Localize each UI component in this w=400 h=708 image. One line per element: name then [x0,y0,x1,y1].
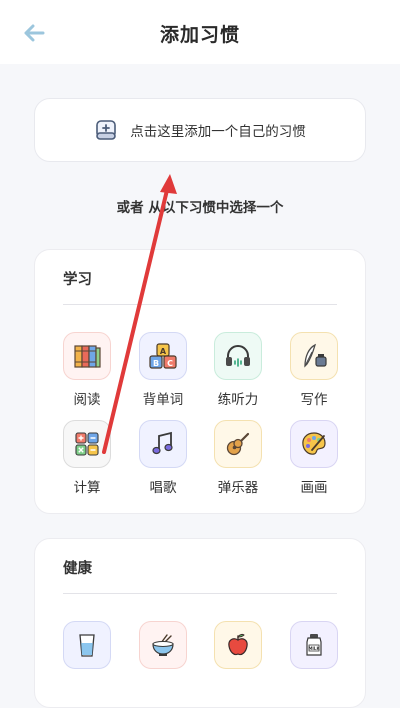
app-header: 添加习惯 [0,0,400,64]
divider [63,304,337,305]
habit-label: 弹乐器 [217,480,259,496]
section-health: 健康 MILK [34,538,366,708]
habit-drink-water[interactable] [55,621,119,677]
milk-jar-icon: MILK [290,621,338,669]
svg-text:B: B [153,359,159,368]
habit-label: 计算 [73,480,101,496]
habit-label: 写作 [300,392,328,408]
habit-label: 背单词 [142,392,184,408]
headphones-icon [214,332,262,380]
habit-painting[interactable]: 画画 [282,420,346,496]
add-custom-habit-label: 点击这里添加一个自己的习惯 [130,124,306,140]
section-study: 学习 阅读 A B C 背单词 练听力 写作 计算 唱歌 弹乐器 画画 [34,249,366,514]
palette-icon [290,420,338,468]
habit-reading[interactable]: 阅读 [55,332,119,408]
section-title: 健康 [63,561,92,577]
add-square-icon [94,118,118,142]
habit-fruit[interactable] [206,621,270,677]
habit-label: 画画 [300,480,328,496]
habit-drink-milk[interactable]: MILK [282,621,346,677]
svg-text:A: A [160,347,167,356]
habit-calculation[interactable]: 计算 [55,420,119,496]
habit-label: 唱歌 [149,480,177,496]
habit-breakfast[interactable] [131,621,195,677]
books-icon [63,332,111,380]
habit-label: 练听力 [217,392,259,408]
page-title: 添加习惯 [159,24,240,46]
abc-blocks-icon: A B C [139,332,187,380]
habit-writing[interactable]: 写作 [282,332,346,408]
music-note-icon [139,420,187,468]
svg-text:C: C [167,359,173,368]
habit-label: 阅读 [73,392,101,408]
divider [63,593,337,594]
svg-text:MILK: MILK [308,646,320,651]
water-glass-icon [63,621,111,669]
add-custom-habit-button[interactable]: 点击这里添加一个自己的习惯 [34,98,366,162]
calculator-icon [63,420,111,468]
habit-instrument[interactable]: 弹乐器 [206,420,270,496]
habit-singing[interactable]: 唱歌 [131,420,195,496]
apple-icon [214,621,262,669]
habit-listening[interactable]: 练听力 [206,332,270,408]
rice-bowl-icon [139,621,187,669]
guitar-icon [214,420,262,468]
habit-vocabulary[interactable]: A B C 背单词 [131,332,195,408]
section-title: 学习 [63,272,92,288]
quill-ink-icon [290,332,338,380]
choose-hint: 或者 从以下习惯中选择一个 [116,200,284,216]
